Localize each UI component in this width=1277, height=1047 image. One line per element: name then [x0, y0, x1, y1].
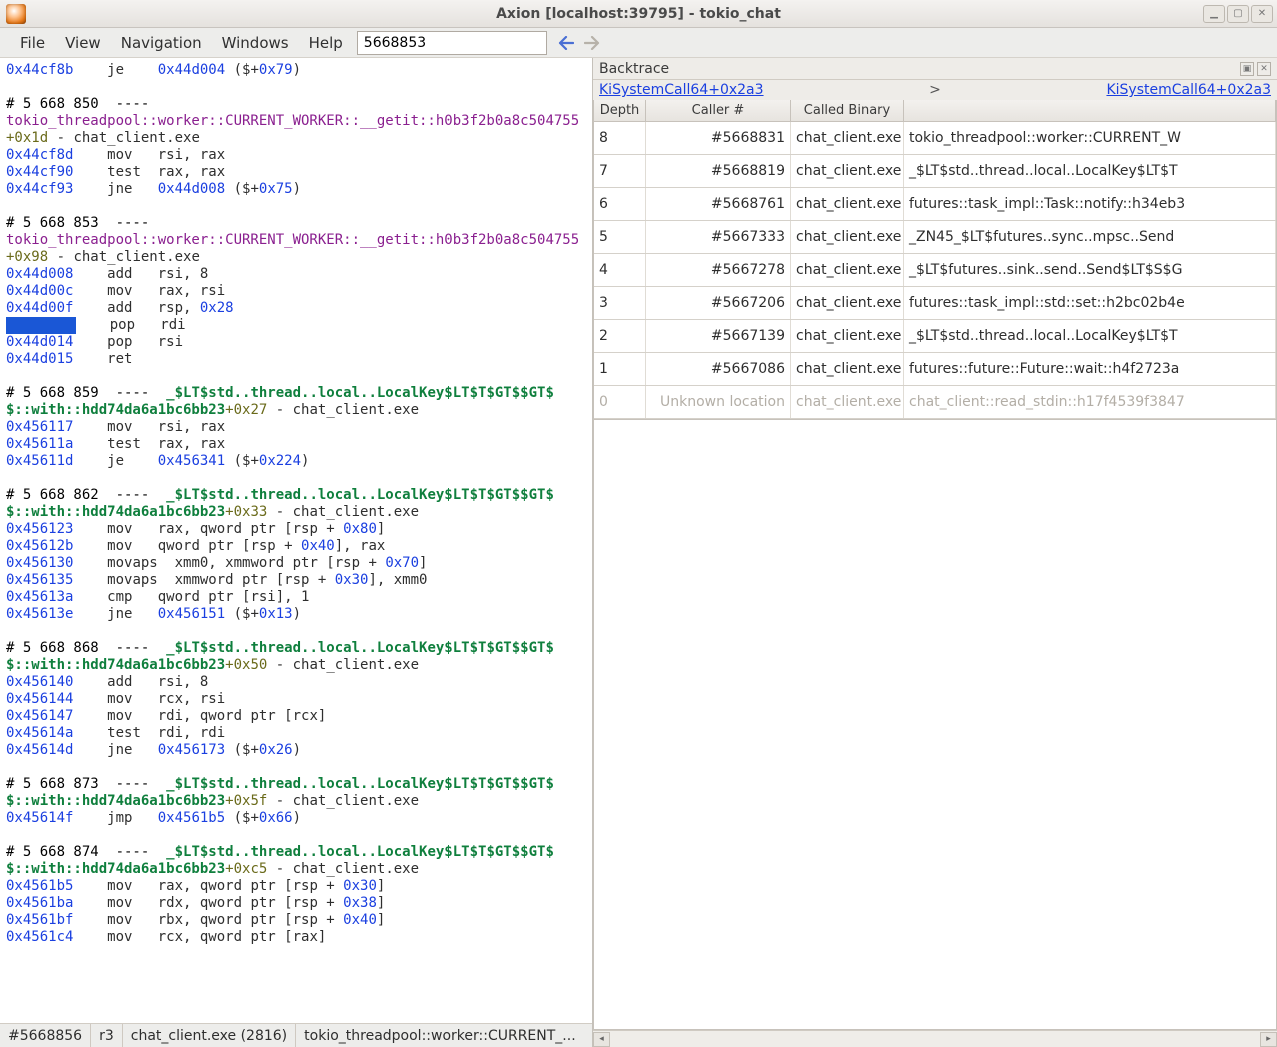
cell-depth: 2 [594, 320, 646, 352]
content: 0x44cf8b je 0x44d004 ($+0x79) # 5 668 85… [0, 58, 1277, 1047]
cell-function: _$LT$std..thread..local..LocalKey$LT$T [904, 155, 1276, 187]
table-row[interactable]: 7#5668819chat_client.exe_$LT$std..thread… [594, 155, 1276, 188]
col-caller[interactable]: Caller # [646, 100, 791, 121]
minimize-button[interactable]: ▁ [1203, 5, 1225, 23]
cell-function: tokio_threadpool::worker::CURRENT_W [904, 122, 1276, 154]
backtrace-table: Depth Caller # Called Binary 8#5668831ch… [593, 100, 1277, 420]
current-instruction-highlight [6, 317, 76, 334]
backtrace-target-link[interactable]: KiSystemCall64+0x2a3 [1106, 82, 1271, 98]
status-position: #5668856 [0, 1024, 91, 1047]
backtrace-title: Backtrace [599, 61, 669, 77]
cell-caller: #5668819 [646, 155, 791, 187]
cell-binary: chat_client.exe [791, 122, 904, 154]
cell-depth: 0 [594, 386, 646, 418]
table-row[interactable]: 6#5668761chat_client.exefutures::task_im… [594, 188, 1276, 221]
table-row[interactable]: 8#5668831chat_client.exetokio_threadpool… [594, 122, 1276, 155]
col-bin[interactable]: Called Binary [791, 100, 904, 121]
table-header: Depth Caller # Called Binary [594, 100, 1276, 122]
cell-depth: 6 [594, 188, 646, 220]
panel-close-button[interactable]: ✕ [1257, 62, 1271, 76]
cell-depth: 7 [594, 155, 646, 187]
cell-depth: 1 [594, 353, 646, 385]
cell-binary: chat_client.exe [791, 287, 904, 319]
backtrace-empty-area [593, 420, 1277, 1030]
cell-binary: chat_client.exe [791, 254, 904, 286]
menu-windows[interactable]: Windows [212, 30, 299, 56]
maximize-button[interactable]: ▢ [1227, 5, 1249, 23]
cell-function: futures::future::Future::wait::h4f2723a [904, 353, 1276, 385]
cell-caller: #5668831 [646, 122, 791, 154]
cell-binary: chat_client.exe [791, 221, 904, 253]
cell-caller: Unknown location [646, 386, 791, 418]
cell-caller: #5667086 [646, 353, 791, 385]
backtrace-source-link[interactable]: KiSystemCall64+0x2a3 [599, 82, 764, 98]
table-row[interactable]: 4#5667278chat_client.exe_$LT$futures..si… [594, 254, 1276, 287]
horizontal-scrollbar[interactable]: ◂ ▸ [593, 1030, 1277, 1047]
scroll-right-button[interactable]: ▸ [1260, 1032, 1277, 1047]
table-row[interactable]: 3#5667206chat_client.exefutures::task_im… [594, 287, 1276, 320]
menu-help[interactable]: Help [299, 30, 353, 56]
cell-caller: #5667139 [646, 320, 791, 352]
backtrace-separator: > [764, 82, 1107, 98]
cell-depth: 8 [594, 122, 646, 154]
statusbar: #5668856 r3 chat_client.exe (2816) tokio… [0, 1023, 592, 1047]
search-input[interactable] [357, 31, 547, 55]
cell-depth: 5 [594, 221, 646, 253]
cell-binary: chat_client.exe [791, 188, 904, 220]
table-row[interactable]: 0Unknown locationchat_client.exechat_cli… [594, 386, 1276, 419]
cell-depth: 4 [594, 254, 646, 286]
titlebar: Axion [localhost:39795] - tokio_chat ▁ ▢… [0, 0, 1277, 28]
cell-function: chat_client::read_stdin::h17f4539f3847 [904, 386, 1276, 418]
menu-file[interactable]: File [10, 30, 55, 56]
backtrace-panel: Backtrace ▣ ✕ KiSystemCall64+0x2a3 > KiS… [593, 58, 1277, 1047]
panel-pop-button[interactable]: ▣ [1240, 62, 1254, 76]
status-ring: r3 [91, 1024, 123, 1047]
cell-caller: #5667206 [646, 287, 791, 319]
app-icon [6, 4, 26, 24]
menubar: File View Navigation Windows Help [0, 28, 1277, 58]
cell-depth: 3 [594, 287, 646, 319]
table-row[interactable]: 2#5667139chat_client.exe_$LT$std..thread… [594, 320, 1276, 353]
status-symbol: tokio_threadpool::worker::CURRENT_... [296, 1024, 592, 1047]
cell-function: _$LT$std..thread..local..LocalKey$LT$T [904, 320, 1276, 352]
menu-view[interactable]: View [55, 30, 111, 56]
col-depth[interactable]: Depth [594, 100, 646, 121]
disassembly-view[interactable]: 0x44cf8b je 0x44d004 ($+0x79) # 5 668 85… [0, 58, 592, 1023]
code-panel: 0x44cf8b je 0x44d004 ($+0x79) # 5 668 85… [0, 58, 593, 1047]
cell-function: _$LT$futures..sink..send..Send$LT$S$G [904, 254, 1276, 286]
menu-navigation[interactable]: Navigation [111, 30, 212, 56]
close-button[interactable]: ✕ [1251, 5, 1273, 23]
cell-binary: chat_client.exe [791, 320, 904, 352]
cell-caller: #5668761 [646, 188, 791, 220]
table-row[interactable]: 1#5667086chat_client.exefutures::future:… [594, 353, 1276, 386]
nav-back-button[interactable] [557, 34, 575, 52]
cell-binary: chat_client.exe [791, 353, 904, 385]
cell-binary: chat_client.exe [791, 386, 904, 418]
col-function[interactable] [904, 100, 1276, 121]
cell-function: futures::task_impl::std::set::h2bc02b4e [904, 287, 1276, 319]
cell-function: _ZN45_$LT$futures..sync..mpsc..Send [904, 221, 1276, 253]
cell-caller: #5667333 [646, 221, 791, 253]
status-binary: chat_client.exe (2816) [123, 1024, 296, 1047]
cell-binary: chat_client.exe [791, 155, 904, 187]
nav-forward-button[interactable] [583, 34, 601, 52]
cell-caller: #5667278 [646, 254, 791, 286]
cell-function: futures::task_impl::Task::notify::h34eb3 [904, 188, 1276, 220]
table-row[interactable]: 5#5667333chat_client.exe_ZN45_$LT$future… [594, 221, 1276, 254]
window-title: Axion [localhost:39795] - tokio_chat [496, 6, 781, 22]
scroll-left-button[interactable]: ◂ [593, 1032, 610, 1047]
